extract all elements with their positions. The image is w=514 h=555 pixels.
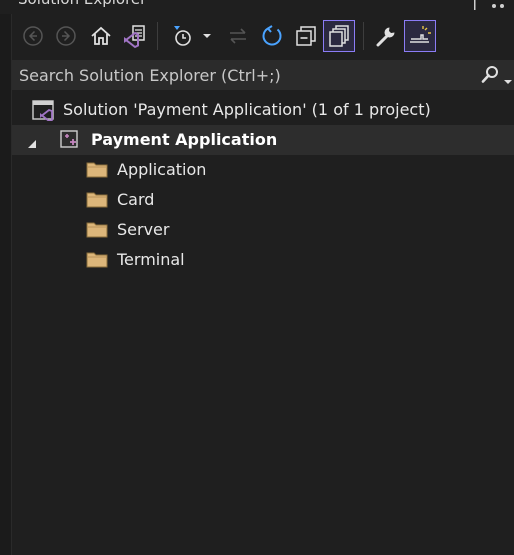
folder-label: Server: [117, 220, 170, 239]
tree-item-project[interactable]: Payment Application: [12, 125, 514, 155]
folder-label: Application: [117, 160, 207, 179]
switch-views-button[interactable]: [118, 20, 150, 52]
chevron-down-icon: [504, 80, 512, 84]
preview-icon: [410, 26, 431, 43]
sync-arrows-icon: [230, 28, 246, 44]
vs-solution-view-icon: [124, 25, 145, 49]
title-bar: Solution Explorer: [0, 0, 514, 14]
refresh-icon: [262, 25, 282, 46]
forward-arrow-icon: [56, 26, 76, 46]
tree-item-folder[interactable]: Terminal: [12, 245, 514, 275]
left-panel-edge: [0, 14, 12, 555]
forward-button[interactable]: [50, 20, 82, 52]
search-box[interactable]: Search Solution Explorer (Ctrl+;): [12, 60, 514, 90]
tree-item-folder[interactable]: Card: [12, 185, 514, 215]
search-input[interactable]: Search Solution Explorer (Ctrl+;): [19, 66, 281, 85]
cpp-project-icon: [59, 129, 81, 155]
project-label: Payment Application: [91, 130, 278, 149]
search-options-dropdown[interactable]: [503, 72, 513, 90]
folder-icon: [86, 190, 108, 212]
chevron-down-icon: [203, 34, 211, 38]
tree-item-folder[interactable]: Application: [12, 155, 514, 185]
more-icon[interactable]: [490, 0, 510, 14]
solution-icon: [32, 99, 56, 125]
solution-explorer-toolbar: [12, 16, 514, 56]
expand-triangle-icon[interactable]: [27, 135, 37, 153]
folder-label: Terminal: [117, 250, 185, 269]
show-all-files-icon: [329, 25, 349, 47]
back-button[interactable]: [17, 20, 49, 52]
properties-button[interactable]: [370, 20, 402, 52]
home-button[interactable]: [85, 20, 117, 52]
sync-with-active-document-button[interactable]: [222, 20, 254, 52]
back-arrow-icon: [23, 26, 43, 46]
folder-icon: [86, 160, 108, 182]
tree-item-solution[interactable]: Solution 'Payment Application' (1 of 1 p…: [12, 95, 514, 125]
window-title: Solution Explorer: [18, 0, 146, 8]
home-icon: [91, 26, 111, 45]
toolbar-separator: [157, 22, 158, 50]
tree-item-folder[interactable]: Server: [12, 215, 514, 245]
preview-selected-items-button[interactable]: [404, 20, 436, 52]
search-icon[interactable]: [480, 65, 500, 89]
refresh-button[interactable]: [256, 20, 288, 52]
wrench-icon: [376, 27, 395, 47]
folder-icon: [86, 250, 108, 272]
folder-label: Card: [117, 190, 155, 209]
collapse-all-icon: [296, 26, 316, 46]
solution-label: Solution 'Payment Application' (1 of 1 p…: [63, 100, 431, 119]
toolbar-separator: [363, 22, 364, 50]
show-all-files-button[interactable]: [323, 20, 355, 52]
folder-icon: [86, 220, 108, 242]
pending-changes-filter-button[interactable]: [167, 20, 215, 52]
collapse-all-button[interactable]: [290, 20, 322, 52]
clock-filter-icon: [174, 26, 191, 46]
pin-icon[interactable]: [470, 0, 480, 14]
